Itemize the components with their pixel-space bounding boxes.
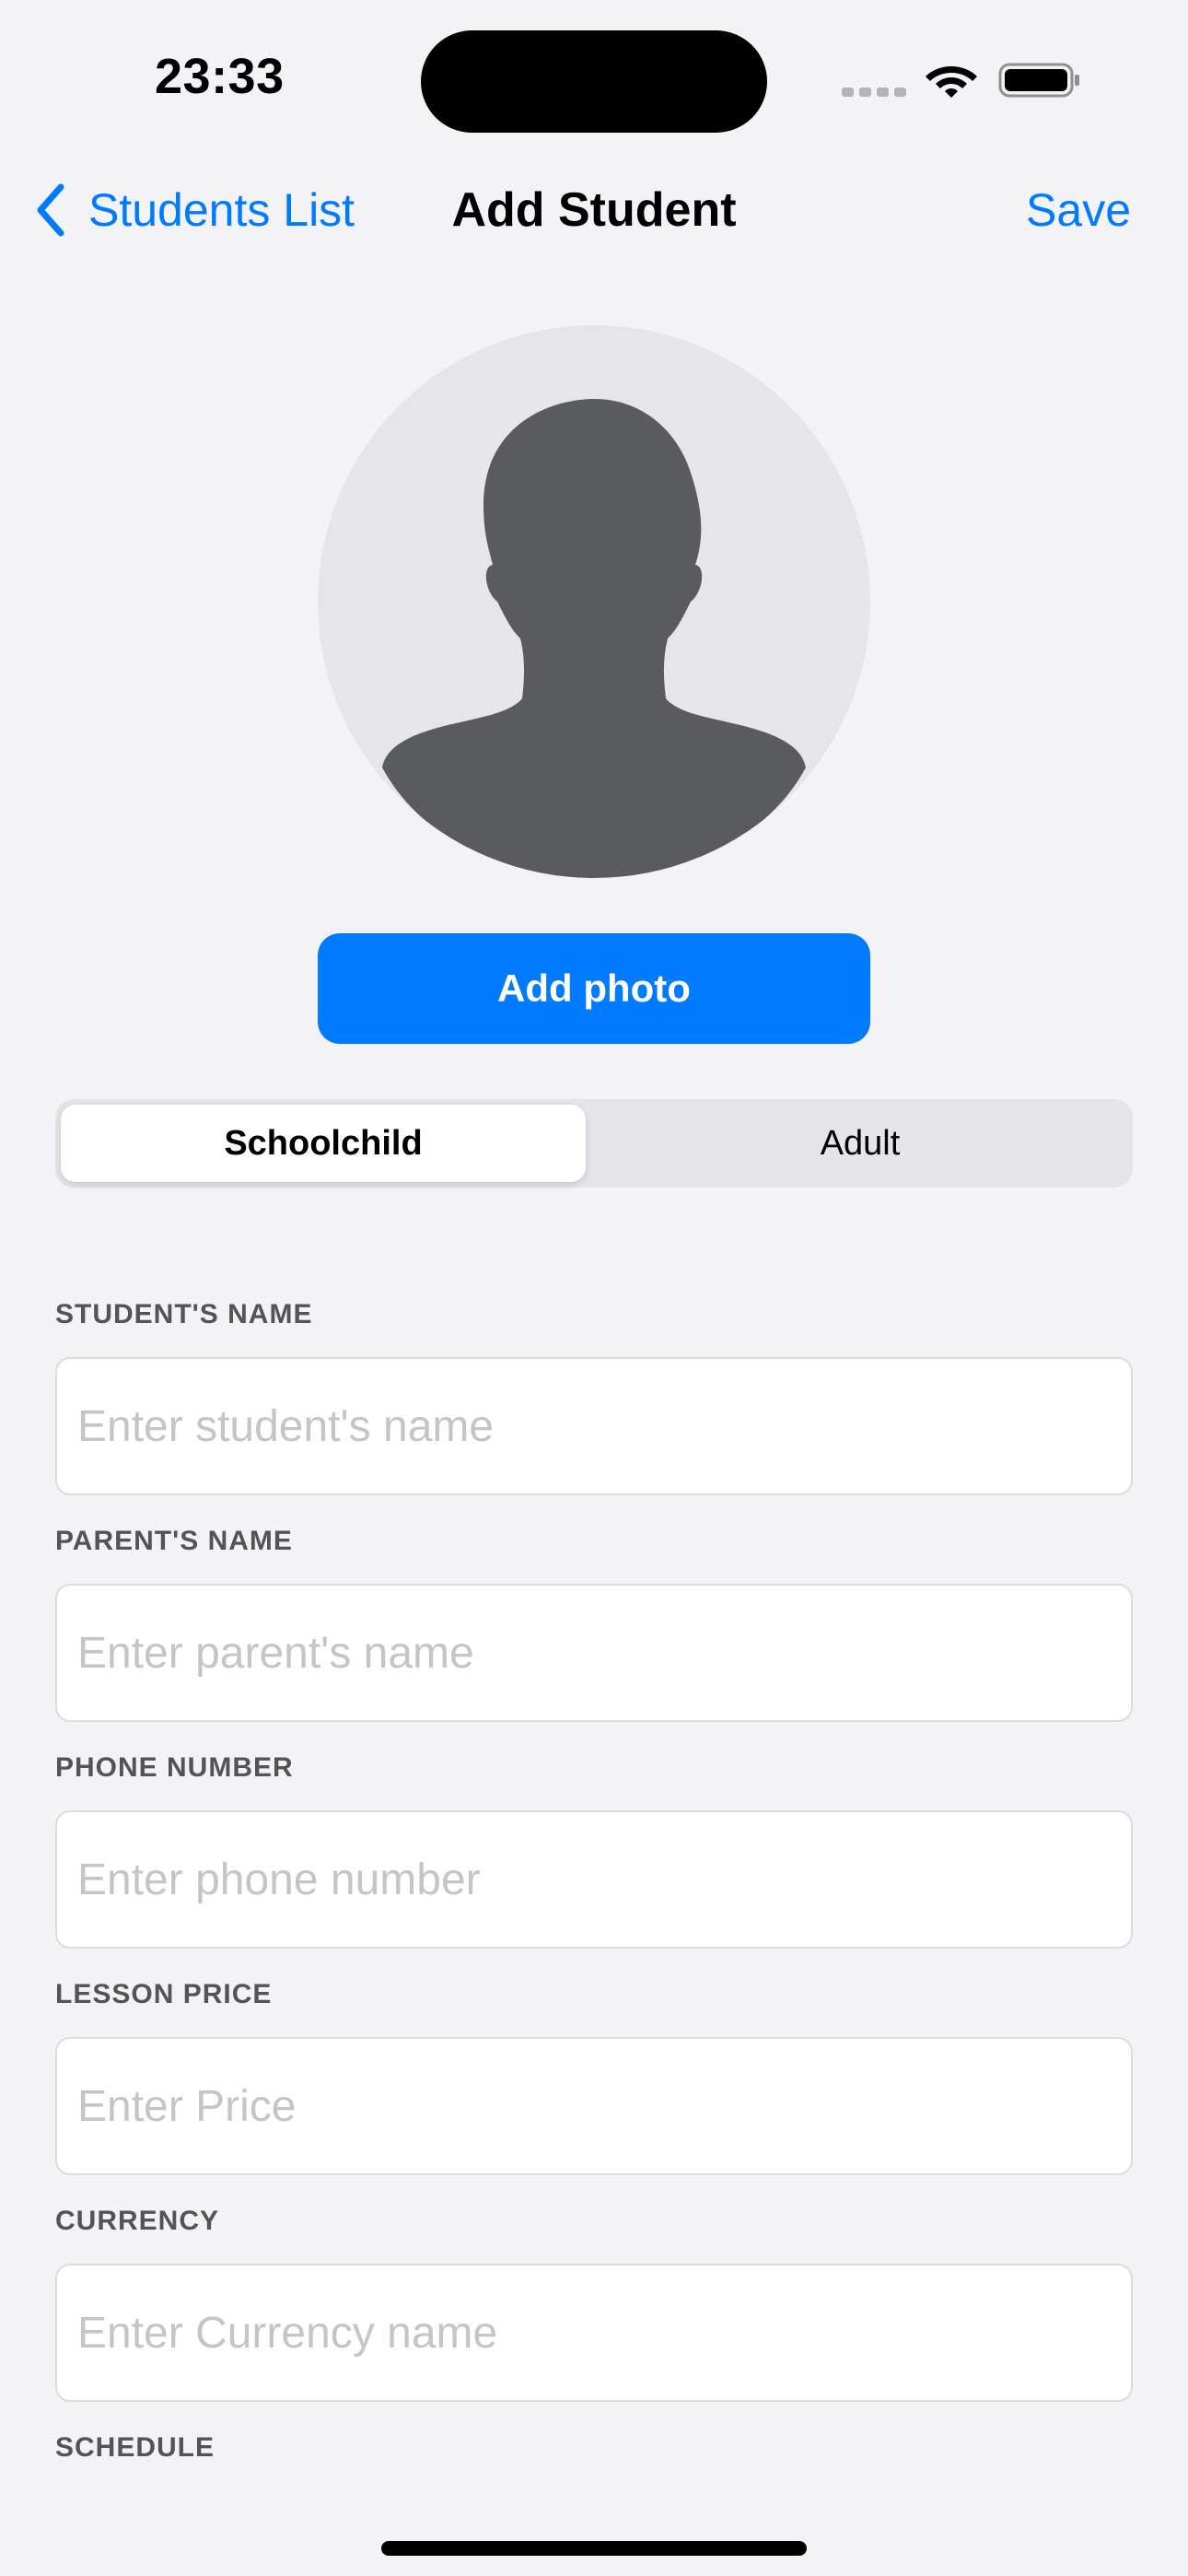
status-time: 23:33 (155, 49, 285, 104)
battery-icon (998, 63, 1079, 98)
lesson-price-label: LESSON PRICE (55, 1979, 273, 2009)
student-type-segmented-control: Schoolchild Adult (55, 1099, 1133, 1188)
chevron-left-icon (37, 183, 64, 237)
student-name-label: STUDENT'S NAME (55, 1299, 313, 1329)
wifi-icon (926, 66, 977, 98)
parent-name-input[interactable] (55, 1584, 1133, 1722)
avatar (318, 325, 870, 878)
segment-schoolchild[interactable]: Schoolchild (61, 1105, 586, 1182)
currency-input[interactable] (55, 2264, 1133, 2402)
student-name-input[interactable] (55, 1357, 1133, 1495)
schedule-label: SCHEDULE (55, 2432, 215, 2463)
parent-name-label: PARENT'S NAME (55, 1526, 293, 1556)
phone-number-input[interactable] (55, 1810, 1133, 1949)
dynamic-island (421, 30, 767, 133)
save-button[interactable]: Save (1026, 181, 1131, 240)
person-silhouette-icon (382, 399, 806, 878)
back-button[interactable]: Students List (33, 181, 355, 240)
cellular-signal-icon (842, 88, 906, 97)
currency-label: CURRENCY (55, 2206, 220, 2236)
home-indicator[interactable] (381, 2541, 807, 2556)
lesson-price-input[interactable] (55, 2037, 1133, 2175)
segment-adult[interactable]: Adult (593, 1105, 1127, 1182)
back-button-label: Students List (88, 184, 355, 236)
add-photo-button[interactable]: Add photo (318, 933, 870, 1044)
phone-number-label: PHONE NUMBER (55, 1752, 294, 1783)
